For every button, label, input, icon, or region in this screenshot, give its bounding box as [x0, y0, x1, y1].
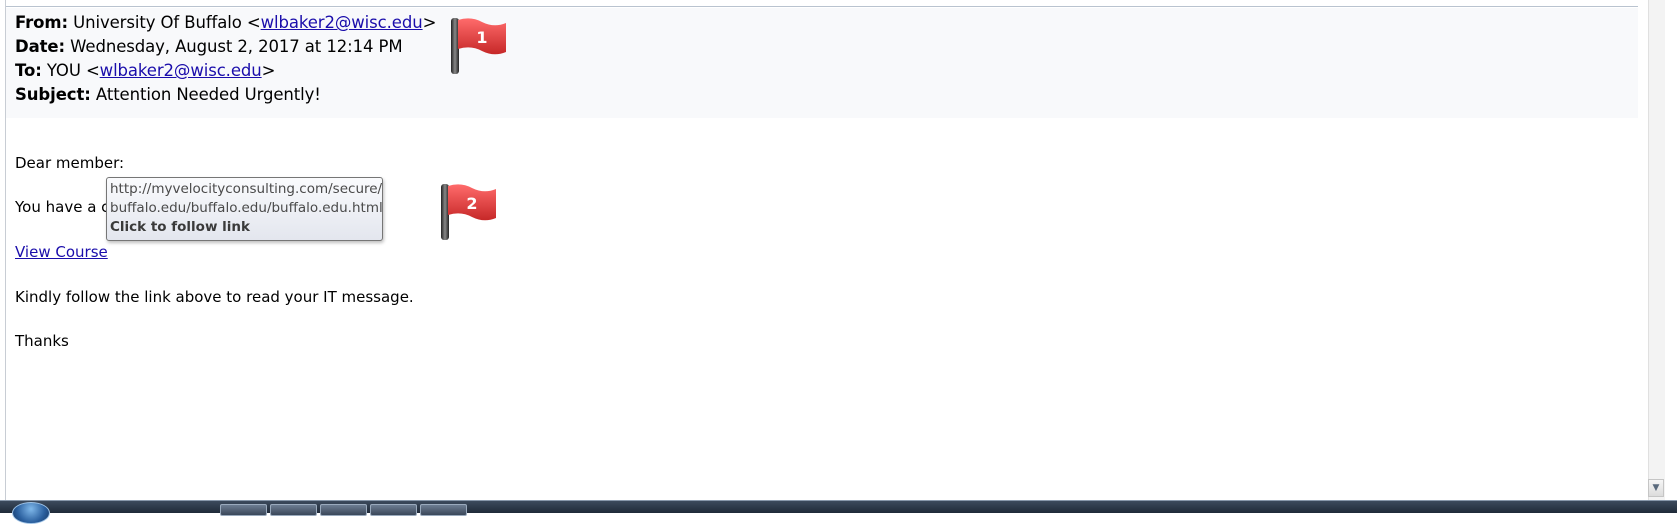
date-value: Wednesday, August 2, 2017 at 12:14 PM	[70, 37, 403, 56]
window-right-edge	[1665, 0, 1677, 500]
to-name: YOU <	[46, 61, 100, 80]
flag-2-number: 2	[466, 194, 477, 213]
taskbar-button-4[interactable]	[370, 504, 417, 516]
to-email-link[interactable]: wlbaker2@wisc.edu	[100, 61, 262, 80]
closing-text: Thanks	[15, 332, 69, 350]
taskbar-button-5[interactable]	[420, 504, 467, 516]
link-hover-tooltip: http://myvelocityconsulting.com/secure/ …	[106, 177, 383, 241]
flag-1-number: 1	[476, 28, 487, 47]
flag-2-icon: 2	[436, 180, 500, 242]
scroll-down-arrow-icon[interactable]: ▼	[1648, 479, 1664, 497]
from-close: >	[422, 13, 437, 32]
date-line: Date: Wednesday, August 2, 2017 at 12:14…	[15, 37, 403, 56]
subject-line: Subject: Attention Needed Urgently!	[15, 85, 321, 104]
from-line: From: University Of Buffalo <wlbaker2@wi…	[15, 13, 436, 32]
instruction-text: Kindly follow the link above to read you…	[15, 288, 414, 306]
from-email-link[interactable]: wlbaker2@wisc.edu	[261, 13, 423, 32]
taskbar-button-2[interactable]	[270, 504, 317, 516]
view-course-link[interactable]: View Course	[15, 243, 108, 261]
email-message-window: From: University Of Buffalo <wlbaker2@wi…	[0, 0, 1677, 524]
subject-label: Subject:	[15, 85, 91, 104]
to-label: To:	[15, 61, 42, 80]
tooltip-url-line2: buffalo.edu/buffalo.edu/buffalo.edu.html	[110, 200, 383, 216]
flag-1-icon: 1	[446, 14, 510, 76]
start-button-icon[interactable]	[12, 502, 50, 524]
header-divider	[6, 6, 1638, 7]
from-label: From:	[15, 13, 68, 32]
tooltip-follow-text: Click to follow link	[110, 219, 250, 235]
body-message-text: You have a c	[15, 198, 110, 216]
to-line: To: YOU <wlbaker2@wisc.edu>	[15, 61, 275, 80]
from-name: University Of Buffalo <	[73, 13, 261, 32]
subject-value: Attention Needed Urgently!	[95, 85, 321, 104]
vertical-scrollbar[interactable]	[1648, 0, 1665, 500]
date-label: Date:	[15, 37, 66, 56]
taskbar-button-3[interactable]	[320, 504, 367, 516]
taskbar-button-1[interactable]	[220, 504, 267, 516]
greeting-text: Dear member:	[15, 154, 125, 172]
tooltip-url-line1: http://myvelocityconsulting.com/secure/	[110, 181, 383, 197]
to-close: >	[261, 61, 276, 80]
